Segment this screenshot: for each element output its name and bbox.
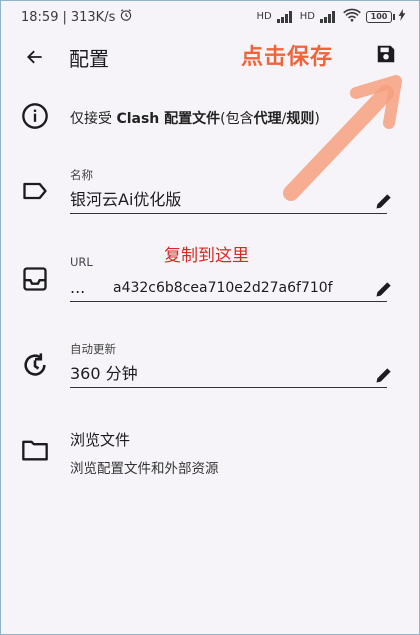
inbox-icon xyxy=(23,267,47,291)
info-icon xyxy=(22,103,48,129)
status-left: 18:59 | 313K/s xyxy=(21,8,133,26)
status-bar: 18:59 | 313K/s HD HD 100 xyxy=(1,1,419,31)
url-label: URL xyxy=(70,255,93,269)
name-input[interactable]: 银河云Ai优化版 xyxy=(70,187,387,214)
page-title: 配置 xyxy=(69,47,109,71)
wifi-icon xyxy=(343,8,361,25)
save-icon xyxy=(377,45,395,63)
url-input[interactable]: ... a432c6b8cea710e2d27a6f710f xyxy=(70,275,387,302)
arrow-left-icon xyxy=(27,50,42,64)
name-label: 名称 xyxy=(70,168,93,182)
info-middle: (包含 xyxy=(220,111,254,127)
url-value: a432c6b8cea710e2d27a6f710f xyxy=(113,280,333,296)
edit-pencil-icon[interactable] xyxy=(374,279,394,299)
auto-update-label: 自动更新 xyxy=(70,342,116,356)
folder-icon xyxy=(22,440,48,461)
info-bold-2: 代理 xyxy=(253,111,282,127)
signal-label-1: HD xyxy=(256,11,272,22)
edit-pencil-icon[interactable] xyxy=(374,365,394,385)
status-right: HD HD 100 xyxy=(257,8,407,25)
status-divider: | xyxy=(62,9,67,25)
status-time: 18:59 xyxy=(21,9,59,25)
info-text: 仅接受 Clash 配置文件(包含代理/规则) xyxy=(70,108,320,128)
signal-icon-2 xyxy=(320,10,338,23)
back-button[interactable] xyxy=(19,41,51,73)
signal-label-2: HD xyxy=(299,11,315,22)
auto-update-input[interactable]: 360 分钟 xyxy=(70,361,387,388)
label-tag-icon xyxy=(23,182,47,200)
info-row: 仅接受 Clash 配置文件(包含代理/规则) xyxy=(1,96,419,136)
battery-icon: 100 xyxy=(366,10,395,23)
info-bold-3: 规则 xyxy=(286,111,315,127)
browse-title: 浏览文件 xyxy=(70,431,131,449)
info-bold: Clash 配置文件 xyxy=(116,111,221,127)
alarm-icon xyxy=(119,8,133,26)
url-ellipsis: ... xyxy=(70,278,86,297)
info-suffix: ) xyxy=(314,111,320,127)
url-field-row: URL ... a432c6b8cea710e2d27a6f710f xyxy=(1,255,419,325)
charging-icon xyxy=(397,9,407,24)
auto-update-field-row: 自动更新 360 分钟 xyxy=(1,341,419,411)
edit-pencil-icon[interactable] xyxy=(374,191,394,211)
status-speed: 313K/s xyxy=(70,9,116,25)
info-prefix: 仅接受 xyxy=(70,111,117,127)
name-field-row: 名称 银河云Ai优化版 xyxy=(1,167,419,237)
phone-frame: 18:59 | 313K/s HD HD 100 配置 点击保存 仅接受 Cla… xyxy=(0,0,420,635)
browse-description: 浏览配置文件和外部资源 xyxy=(70,461,219,477)
browse-files-row[interactable]: 浏览文件 浏览配置文件和外部资源 xyxy=(1,423,419,483)
update-clock-icon xyxy=(24,353,46,376)
signal-icon-1 xyxy=(276,10,295,23)
